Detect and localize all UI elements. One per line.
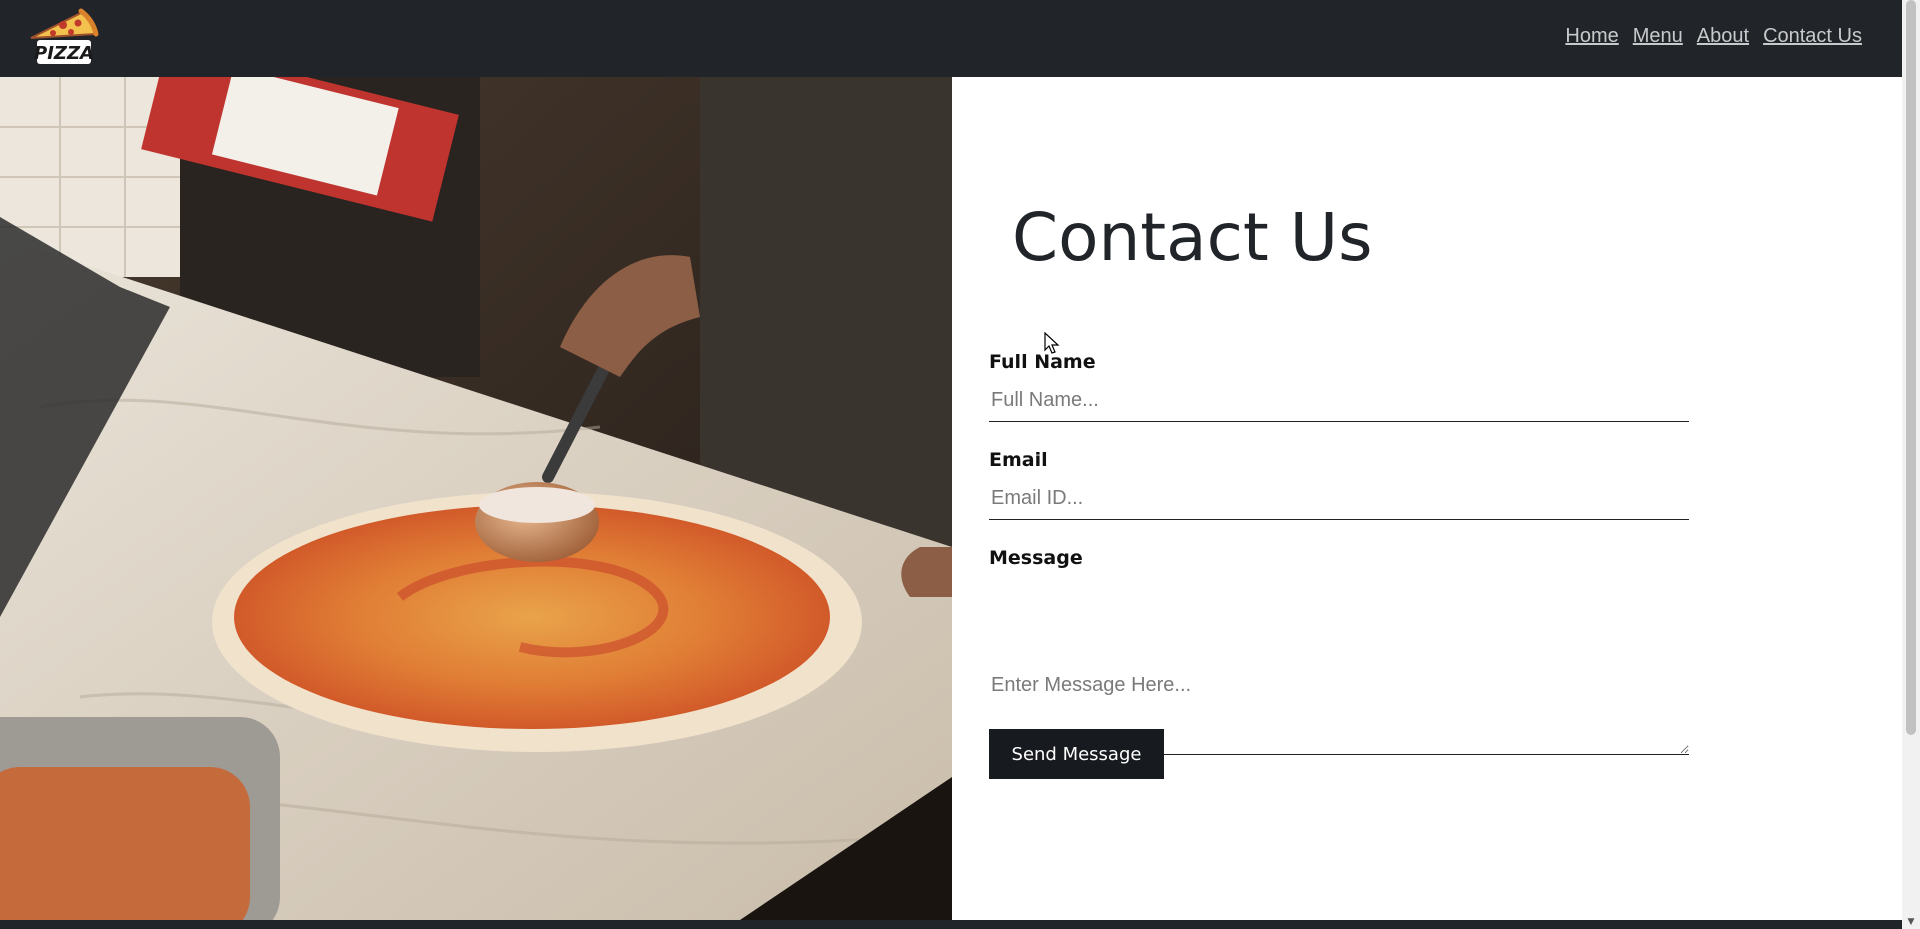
pizza-slice-icon: PIZZA xyxy=(30,8,99,64)
email-label: Email xyxy=(989,449,1048,471)
contact-section: Contact Us Full Name Email Message Send … xyxy=(952,77,1902,920)
scrollbar[interactable]: ▼ xyxy=(1902,0,1920,929)
full-name-input[interactable] xyxy=(989,380,1689,422)
send-message-button[interactable]: Send Message xyxy=(989,729,1164,779)
page-title: Contact Us xyxy=(1012,199,1373,276)
navbar: PIZZA Home Menu About Contact Us xyxy=(0,0,1902,77)
pizza-photo-illustration xyxy=(0,77,952,920)
logo-text: PIZZA xyxy=(34,43,94,64)
chevron-down-icon[interactable]: ▼ xyxy=(1902,915,1920,929)
footer-strip xyxy=(0,920,1902,929)
pizza-logo[interactable]: PIZZA xyxy=(23,6,101,70)
nav-link-contact[interactable]: Contact Us xyxy=(1763,25,1862,48)
pizza-preparation-photo xyxy=(0,77,952,920)
email-input[interactable] xyxy=(989,478,1689,520)
full-name-label: Full Name xyxy=(989,351,1096,373)
nav-link-home[interactable]: Home xyxy=(1565,25,1618,48)
mouse-pointer-icon xyxy=(1044,332,1060,354)
nav-link-menu[interactable]: Menu xyxy=(1633,25,1683,48)
nav-link-about[interactable]: About xyxy=(1697,25,1749,48)
scrollbar-thumb[interactable] xyxy=(1906,0,1916,735)
nav-links: Home Menu About Contact Us xyxy=(1565,25,1862,48)
message-label: Message xyxy=(989,547,1083,569)
